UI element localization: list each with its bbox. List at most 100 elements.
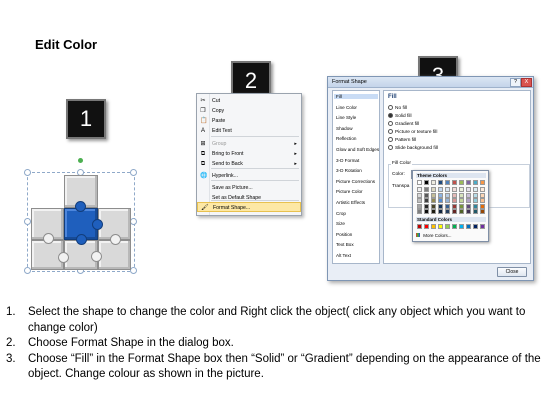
theme-shade-swatch[interactable] — [480, 187, 485, 192]
standard-color-swatch[interactable] — [424, 224, 429, 229]
menu-item-paste[interactable]: 📋 Paste — [197, 116, 301, 126]
theme-color-swatch[interactable] — [480, 180, 485, 185]
theme-shade-swatch[interactable] — [445, 209, 450, 214]
menu-item-save-as-picture[interactable]: Save as Picture... — [197, 183, 301, 193]
theme-shade-swatch[interactable] — [445, 198, 450, 203]
help-button[interactable]: ? — [510, 78, 521, 87]
theme-shade-swatch[interactable] — [445, 203, 450, 209]
theme-shade-swatch[interactable] — [424, 198, 429, 203]
theme-shade-swatch[interactable] — [452, 209, 457, 214]
theme-shade-swatch[interactable] — [431, 203, 436, 209]
nav-item-position[interactable]: Position — [336, 232, 352, 237]
theme-shade-swatch[interactable] — [431, 192, 436, 198]
theme-shade-swatch[interactable] — [466, 203, 471, 209]
theme-shade-swatch[interactable] — [480, 209, 485, 214]
theme-shade-swatch[interactable] — [438, 187, 443, 192]
theme-shade-swatch[interactable] — [473, 209, 478, 214]
theme-shade-swatch[interactable] — [459, 198, 464, 203]
standard-color-swatch[interactable] — [459, 224, 464, 229]
standard-color-swatch[interactable] — [431, 224, 436, 229]
theme-shade-swatch[interactable] — [473, 198, 478, 203]
theme-shade-swatch[interactable] — [431, 198, 436, 203]
menu-item-format-shape[interactable]: 🖌 Format Shape... — [197, 202, 301, 212]
standard-color-swatch[interactable] — [438, 224, 443, 229]
theme-shade-swatch[interactable] — [417, 198, 422, 203]
theme-shade-swatch[interactable] — [459, 192, 464, 198]
theme-color-swatch[interactable] — [417, 180, 422, 185]
fill-option-picture-or-texture-fill[interactable]: Picture or texture fill — [388, 129, 437, 135]
radio-button[interactable] — [388, 105, 393, 110]
theme-shade-swatch[interactable] — [473, 192, 478, 198]
nav-item-glow-and-soft-edges[interactable]: Glow and Soft Edges — [336, 147, 379, 152]
nav-item-line-color[interactable]: Line Color — [336, 105, 357, 110]
theme-shade-swatch[interactable] — [466, 198, 471, 203]
theme-shade-swatch[interactable] — [438, 203, 443, 209]
close-button[interactable]: Close — [497, 267, 527, 277]
theme-shade-swatch[interactable] — [438, 192, 443, 198]
radio-button[interactable] — [388, 113, 393, 118]
theme-shade-swatch[interactable] — [445, 187, 450, 192]
theme-shade-swatch[interactable] — [417, 187, 422, 192]
theme-shade-swatch[interactable] — [431, 209, 436, 214]
theme-shade-swatch[interactable] — [438, 209, 443, 214]
resize-handle-bl[interactable] — [24, 267, 31, 274]
menu-item-edit-text[interactable]: A Edit Text — [197, 126, 301, 136]
nav-item-text-box[interactable]: Text Box — [336, 242, 354, 247]
more-colors-option[interactable]: More Colors... — [416, 233, 452, 238]
resize-handle-tr[interactable] — [130, 169, 137, 176]
fill-option-no-fill[interactable]: No fill — [388, 105, 407, 111]
theme-shade-swatch[interactable] — [480, 203, 485, 209]
theme-shade-swatch[interactable] — [459, 203, 464, 209]
nav-item-3-d-rotation[interactable]: 3-D Rotation — [336, 168, 362, 173]
theme-shade-swatch[interactable] — [417, 203, 422, 209]
menu-item-group[interactable]: ⊞ Group ▸ — [197, 139, 301, 149]
theme-color-swatch[interactable] — [424, 180, 429, 185]
standard-color-swatch[interactable] — [466, 224, 471, 229]
nav-item-crop[interactable]: Crop — [336, 211, 346, 216]
theme-shade-swatch[interactable] — [452, 198, 457, 203]
theme-shade-swatch[interactable] — [445, 192, 450, 198]
standard-color-swatch[interactable] — [452, 224, 457, 229]
standard-color-swatch[interactable] — [445, 224, 450, 229]
radio-button[interactable] — [388, 145, 393, 150]
resize-handle-l[interactable] — [24, 218, 31, 225]
theme-shade-swatch[interactable] — [466, 187, 471, 192]
fill-option-slide-background-fill[interactable]: Slide background fill — [388, 145, 438, 151]
theme-shade-swatch[interactable] — [424, 192, 429, 198]
nav-item-alt-text[interactable]: Alt Text — [336, 253, 351, 258]
theme-shade-swatch[interactable] — [459, 187, 464, 192]
puzzle-shape-group[interactable] — [24, 158, 137, 282]
theme-shade-swatch[interactable] — [452, 187, 457, 192]
theme-color-swatch[interactable] — [466, 180, 471, 185]
theme-shade-swatch[interactable] — [466, 192, 471, 198]
nav-item-size[interactable]: Size — [336, 221, 345, 226]
theme-shade-swatch[interactable] — [417, 209, 422, 214]
rotation-handle[interactable] — [78, 158, 83, 163]
theme-shade-swatch[interactable] — [473, 203, 478, 209]
standard-color-swatch[interactable] — [473, 224, 478, 229]
theme-color-swatch[interactable] — [438, 180, 443, 185]
nav-item-shadow[interactable]: Shadow — [336, 126, 353, 131]
theme-shade-swatch[interactable] — [417, 192, 422, 198]
radio-button[interactable] — [388, 129, 393, 134]
theme-shade-swatch[interactable] — [466, 209, 471, 214]
nav-item-line-style[interactable]: Line Style — [336, 115, 356, 120]
menu-item-bring-to-front[interactable]: ⧉ Bring to Front ▸ — [197, 149, 301, 159]
theme-shade-swatch[interactable] — [480, 192, 485, 198]
theme-color-swatch[interactable] — [431, 180, 436, 185]
radio-button[interactable] — [388, 137, 393, 142]
nav-item-picture-corrections[interactable]: Picture Corrections — [336, 179, 375, 184]
resize-handle-r[interactable] — [130, 218, 137, 225]
menu-item-copy[interactable]: ❐ Copy — [197, 106, 301, 116]
close-x-button[interactable]: X — [521, 78, 532, 87]
standard-color-swatch[interactable] — [480, 224, 485, 229]
nav-item-picture-color[interactable]: Picture Color — [336, 189, 363, 194]
theme-shade-swatch[interactable] — [473, 187, 478, 192]
nav-item-artistic-effects[interactable]: Artistic Effects — [336, 200, 365, 205]
theme-shade-swatch[interactable] — [452, 203, 457, 209]
theme-shade-swatch[interactable] — [424, 209, 429, 214]
nav-item-reflection[interactable]: Reflection — [336, 136, 356, 141]
fill-option-solid-fill[interactable]: Solid fill — [388, 113, 412, 119]
theme-shade-swatch[interactable] — [424, 187, 429, 192]
theme-shade-swatch[interactable] — [452, 192, 457, 198]
